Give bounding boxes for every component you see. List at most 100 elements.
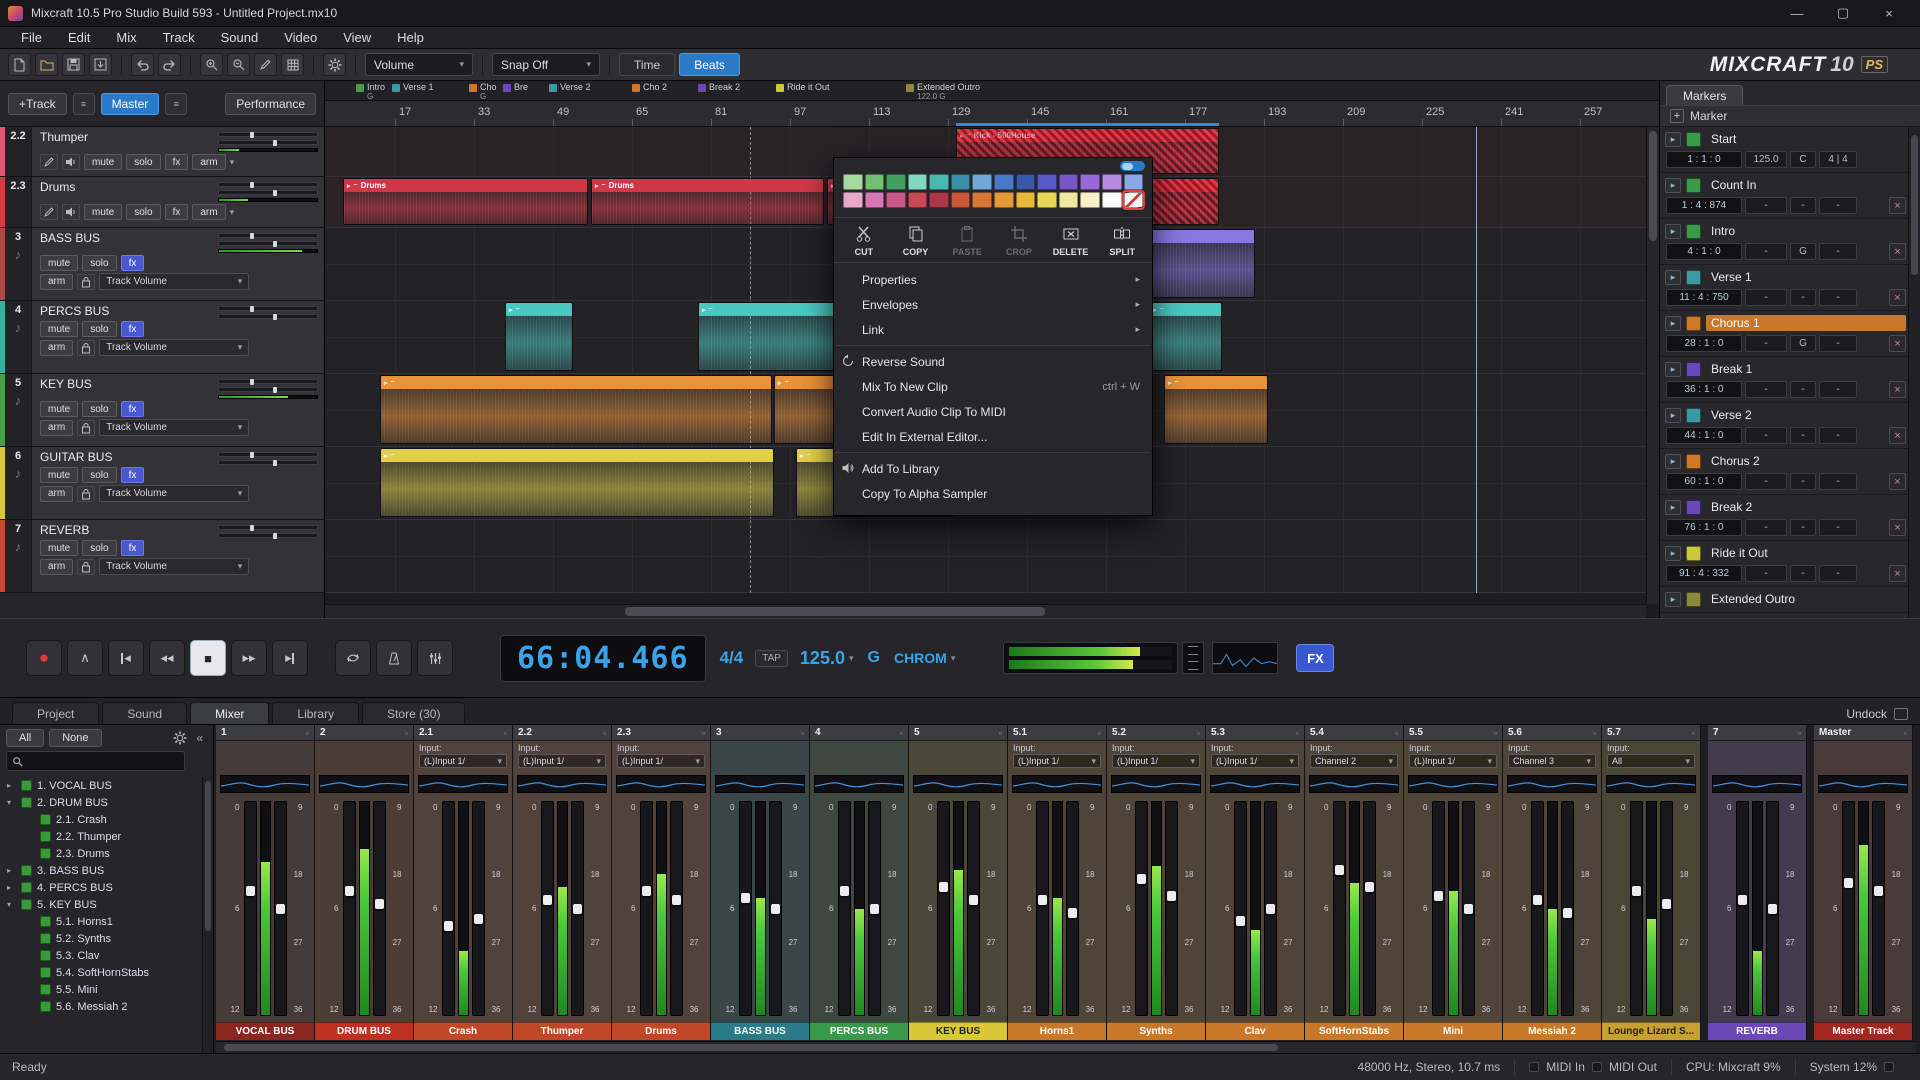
speaker-icon[interactable] [62, 154, 80, 170]
fx-button[interactable]: fx [165, 154, 189, 170]
marker-play-icon[interactable]: ▸ [1665, 132, 1681, 147]
add-marker-button[interactable]: Marker [1690, 109, 1727, 123]
marker-key-field[interactable]: - [1790, 565, 1816, 582]
collapse-strip-icon[interactable]: ▫ [702, 728, 705, 738]
mixer-channel-strip[interactable]: 2.1▫Input:(L)Input 1/▾06129182736Crash [414, 725, 513, 1040]
mini-fader[interactable] [218, 525, 318, 530]
audio-clip[interactable]: ▸− [1149, 302, 1222, 371]
timeline-marker[interactable]: ChoG [469, 82, 497, 101]
mixer-channel-strip[interactable]: 7▫06129182736REVERB [1708, 725, 1807, 1040]
fader-knob[interactable] [1533, 895, 1542, 905]
volume-fader[interactable] [1333, 801, 1346, 1016]
menu-video[interactable]: Video [271, 27, 330, 48]
track-checkbox[interactable] [40, 916, 51, 927]
mixer-channel-strip[interactable]: 5.6▫Input:Channel 3▾06129182736Messiah 2 [1503, 725, 1602, 1040]
collapse-strip-icon[interactable]: ▫ [900, 728, 903, 738]
collapse-strip-icon[interactable]: ▫ [306, 728, 309, 738]
fader-knob[interactable] [250, 132, 254, 138]
timeline-marker[interactable]: Bre [503, 82, 528, 92]
tap-tempo-button[interactable]: TAP [755, 650, 788, 667]
mixer-channel-strip[interactable]: 3▫06129182736BASS BUS [711, 725, 810, 1040]
track-volume-dropdown[interactable]: Track Volume▾ [99, 273, 249, 290]
mix-levels-button[interactable] [417, 640, 453, 676]
snap-dropdown[interactable]: Snap Off ▾ [492, 53, 600, 76]
marker-position-field[interactable]: 91 : 4 : 332 [1666, 565, 1742, 582]
minimize-button[interactable]: — [1774, 0, 1820, 26]
marker-play-icon[interactable]: ▸ [1665, 500, 1681, 515]
eq-curve[interactable] [1408, 775, 1498, 793]
solo-button[interactable]: solo [82, 540, 116, 556]
fader-knob[interactable] [870, 904, 879, 914]
tree-item[interactable]: ▾5. KEY BUS [0, 896, 213, 913]
tree-item[interactable]: 2.3. Drums [0, 845, 213, 862]
fader-knob[interactable] [840, 886, 849, 896]
marker-delete-button[interactable]: × [1889, 427, 1906, 444]
marker-position-field[interactable]: 1 : 1 : 0 [1666, 151, 1742, 168]
color-swatch[interactable] [1037, 192, 1057, 208]
color-swatch[interactable] [1016, 174, 1036, 190]
fader-knob[interactable] [246, 886, 255, 896]
arrange-vertical-scrollbar[interactable] [1646, 127, 1659, 604]
fader-knob[interactable] [1464, 904, 1473, 914]
eq-curve[interactable] [1210, 775, 1300, 793]
color-swatch[interactable] [951, 192, 971, 208]
track-checkbox[interactable] [21, 865, 32, 876]
marker-timesig-field[interactable]: - [1819, 335, 1857, 352]
beats-mode-button[interactable]: Beats [679, 53, 740, 76]
color-swatch[interactable] [886, 192, 906, 208]
timeline-marker[interactable]: Cho 2 [632, 82, 667, 92]
marker-key-field[interactable]: G [1790, 335, 1816, 352]
fader-knob[interactable] [1662, 899, 1671, 909]
marker-tempo-field[interactable]: - [1745, 473, 1787, 490]
delete-button[interactable]: DELETE [1045, 225, 1097, 257]
collapse-strip-icon[interactable]: ▫ [1296, 728, 1299, 738]
fader-knob[interactable] [273, 190, 277, 196]
channel-label[interactable]: Horns1 [1008, 1022, 1106, 1040]
copy-button[interactable]: COPY [890, 225, 942, 257]
fader-knob[interactable] [939, 882, 948, 892]
input-select[interactable]: All▾ [1607, 754, 1695, 768]
context-menu-item[interactable]: Mix To New Clipctrl + W [834, 374, 1152, 399]
color-swatch[interactable] [908, 192, 928, 208]
volume-fader[interactable] [1531, 801, 1544, 1016]
menu-file[interactable]: File [8, 27, 55, 48]
channel-label[interactable]: VOCAL BUS [216, 1022, 314, 1040]
loop-button[interactable] [335, 640, 371, 676]
color-swatch[interactable] [1080, 174, 1100, 190]
tab-project[interactable]: Project [12, 702, 99, 724]
marker-play-icon[interactable]: ▸ [1665, 362, 1681, 377]
fx-button[interactable]: fx [121, 540, 145, 556]
volume-fader[interactable] [373, 801, 386, 1016]
split-button[interactable]: SPLIT [1096, 225, 1148, 257]
mixer-channel-strip[interactable]: 5.3▫Input:(L)Input 1/▾06129182736Clav [1206, 725, 1305, 1040]
fader-knob[interactable] [276, 904, 285, 914]
go-to-end-button[interactable]: ▸ [272, 640, 308, 676]
context-menu-item[interactable]: Copy To Alpha Sampler [834, 481, 1152, 506]
collapse-panel-icon[interactable]: « [192, 731, 207, 745]
track-checkbox[interactable] [21, 780, 32, 791]
marker-timesig-field[interactable]: - [1819, 565, 1857, 582]
volume-fader[interactable] [274, 801, 287, 1016]
stop-button[interactable]: ■ [190, 640, 226, 676]
mute-button[interactable]: mute [84, 154, 122, 170]
arm-button[interactable]: arm [40, 420, 73, 436]
volume-fader[interactable] [1660, 801, 1673, 1016]
input-select[interactable]: (L)Input 1/▾ [1211, 754, 1299, 768]
marker-position-field[interactable]: 44 : 1 : 0 [1666, 427, 1742, 444]
go-to-start-button[interactable]: ◂ [108, 640, 144, 676]
tree-item[interactable]: 5.3. Clav [0, 947, 213, 964]
clip-header[interactable]: ▸− [381, 449, 773, 462]
channel-label[interactable]: Messiah 2 [1503, 1022, 1601, 1040]
mini-fader[interactable] [218, 233, 318, 238]
marker-timesig-field[interactable]: - [1819, 243, 1857, 260]
marker-name[interactable]: Verse 2 [1706, 407, 1906, 423]
menu-track[interactable]: Track [150, 27, 208, 48]
track-header[interactable]: 6♪GUITAR BUSmutesolofxarmTrack Volume▾ [0, 447, 324, 520]
menu-mix[interactable]: Mix [103, 27, 149, 48]
channel-label[interactable]: Synths [1107, 1022, 1205, 1040]
volume-fader[interactable] [1363, 801, 1376, 1016]
mixer-channel-strip[interactable]: 5.7▫Input:All▾06129182736Lounge Lizard S… [1602, 725, 1701, 1040]
collapse-strip-icon[interactable]: ▫ [1593, 728, 1596, 738]
fx-button[interactable]: fx [121, 401, 145, 417]
marker-key-field[interactable]: - [1790, 289, 1816, 306]
